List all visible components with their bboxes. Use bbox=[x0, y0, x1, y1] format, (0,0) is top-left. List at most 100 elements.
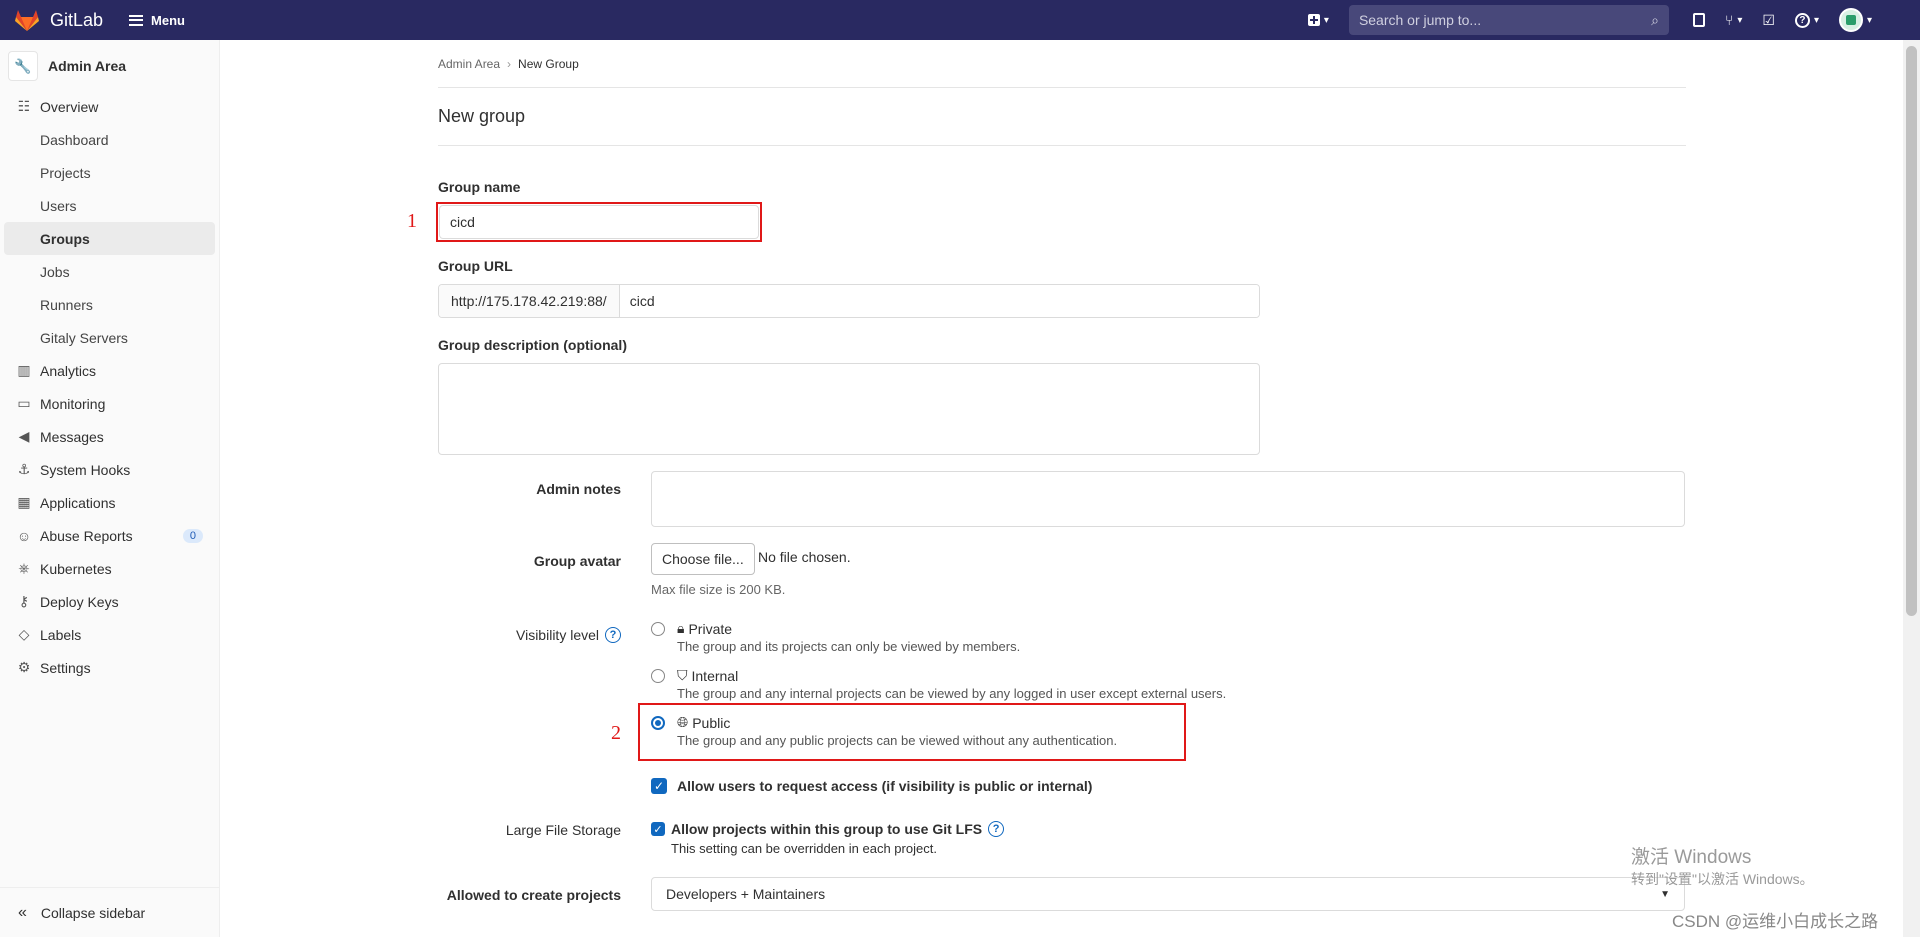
visibility-option-internal[interactable]: ⛉ Internal The group and any internal pro… bbox=[651, 667, 1226, 701]
sidebar-item-users[interactable]: Users bbox=[0, 189, 219, 222]
menu-label: Menu bbox=[151, 12, 185, 28]
sidebar-item-dashboard[interactable]: Dashboard bbox=[0, 123, 219, 156]
help-button[interactable]: ? ▾ bbox=[1794, 12, 1819, 28]
gear-icon: ⚙ bbox=[17, 659, 31, 675]
sidebar-item-runners[interactable]: Runners bbox=[0, 288, 219, 321]
admin-notes-label: Admin notes bbox=[536, 481, 621, 497]
max-file-size-text: Max file size is 200 KB. bbox=[651, 582, 786, 597]
visibility-option-desc: The group and its projects can only be v… bbox=[677, 639, 1021, 654]
collapse-sidebar-button[interactable]: « Collapse sidebar bbox=[0, 887, 219, 937]
lfs-checkbox[interactable]: ✓ bbox=[651, 822, 665, 836]
user-menu-button[interactable]: ▾ bbox=[1838, 8, 1872, 32]
sidebar-item-label: Gitaly Servers bbox=[40, 329, 128, 346]
sidebar-item-applications[interactable]: ▦ Applications bbox=[0, 486, 219, 519]
breadcrumb-parent[interactable]: Admin Area bbox=[438, 57, 500, 71]
sidebar-item-label: Kubernetes bbox=[40, 560, 112, 577]
windows-activation-sub: 转到"设置"以激活 Windows。 bbox=[1631, 871, 1814, 887]
help-icon[interactable]: ? bbox=[988, 821, 1005, 837]
windows-activation-title: 激活 Windows bbox=[1631, 847, 1752, 868]
sidebar-item-label: Messages bbox=[40, 428, 104, 445]
search-input[interactable] bbox=[1358, 12, 1652, 28]
admin-notes-textarea[interactable] bbox=[651, 471, 1685, 527]
sidebar-item-analytics[interactable]: ▥ Analytics bbox=[0, 354, 219, 387]
sidebar-item-projects[interactable]: Projects bbox=[0, 156, 219, 189]
visibility-option-title: Private bbox=[688, 620, 733, 637]
merge-request-icon: ⑂ bbox=[1724, 12, 1734, 28]
lock-icon: 🔒︎ bbox=[677, 620, 685, 636]
gitlab-logo[interactable]: GitLab bbox=[14, 8, 103, 32]
sidebar-item-abuse-reports[interactable]: ☺ Abuse Reports 0 bbox=[0, 519, 219, 552]
breadcrumb: Admin Area › New Group bbox=[438, 40, 1686, 88]
lfs-label: Large File Storage bbox=[505, 822, 621, 838]
sidebar-item-label: System Hooks bbox=[40, 461, 131, 478]
count-badge: 0 bbox=[182, 528, 203, 543]
sidebar-item-label: Runners bbox=[40, 296, 93, 313]
search-box[interactable]: ⌕ bbox=[1348, 5, 1669, 35]
breadcrumb-current[interactable]: New Group bbox=[518, 57, 579, 71]
todos-button[interactable]: ☑ bbox=[1762, 12, 1775, 29]
avatar bbox=[1838, 8, 1863, 32]
request-access-checkbox[interactable]: ✓ bbox=[651, 778, 667, 794]
sidebar-item-monitoring[interactable]: ▭ Monitoring bbox=[0, 387, 219, 420]
merge-requests-button[interactable]: ⑂ ▾ bbox=[1725, 12, 1742, 28]
sidebar-item-label: Monitoring bbox=[40, 395, 106, 412]
scrollbar-thumb[interactable] bbox=[1906, 46, 1917, 616]
sidebar-item-label: Overview bbox=[40, 98, 99, 115]
search-icon: ⌕ bbox=[1651, 11, 1659, 28]
sidebar-item-system-hooks[interactable]: ⚓ System Hooks bbox=[0, 453, 219, 486]
hamburger-icon bbox=[129, 14, 144, 26]
sidebar-item-label: Labels bbox=[40, 626, 82, 643]
visibility-label: Visibility level bbox=[516, 627, 599, 643]
sidebar-title: Admin Area bbox=[48, 58, 127, 74]
allowed-create-value: Developers + Maintainers bbox=[666, 886, 826, 902]
chart-icon: ▥ bbox=[17, 362, 31, 378]
radio-private[interactable] bbox=[651, 622, 665, 636]
scrollbar[interactable] bbox=[1903, 40, 1920, 937]
sidebar-item-label: Groups bbox=[40, 230, 90, 247]
sidebar-item-settings[interactable]: ⚙ Settings bbox=[0, 651, 219, 684]
radio-internal[interactable] bbox=[651, 669, 665, 683]
sidebar-header[interactable]: 🔧 Admin Area bbox=[0, 44, 219, 88]
double-chevron-left-icon: « bbox=[18, 903, 27, 921]
sidebar-item-label: Dashboard bbox=[40, 131, 109, 148]
issues-button[interactable] bbox=[1692, 13, 1705, 27]
collapse-label: Collapse sidebar bbox=[40, 904, 146, 921]
sidebar-item-label: Settings bbox=[40, 659, 91, 676]
question-icon: ? bbox=[1794, 12, 1810, 28]
request-access-row[interactable]: ✓ Allow users to request access (if visi… bbox=[651, 778, 1092, 794]
sidebar-item-kubernetes[interactable]: ⎈ Kubernetes bbox=[0, 552, 219, 585]
menu-button[interactable]: Menu bbox=[129, 13, 185, 28]
allowed-create-label: Allowed to create projects bbox=[446, 887, 621, 903]
annotation-number-2: 2 bbox=[611, 722, 621, 744]
shield-icon: ⛉ bbox=[677, 667, 688, 683]
help-icon[interactable]: ? bbox=[605, 627, 621, 643]
description-label: Group description (optional) bbox=[438, 337, 627, 353]
sidebar-item-deploy-keys[interactable]: ⚷ Deploy Keys bbox=[0, 585, 219, 618]
brand-name: GitLab bbox=[50, 9, 104, 30]
annotation-number-1: 1 bbox=[407, 210, 417, 232]
visibility-option-private[interactable]: 🔒︎ Private The group and its projects can… bbox=[651, 620, 1020, 654]
bullhorn-icon: ◀ bbox=[18, 428, 30, 444]
sidebar-item-groups[interactable]: Groups bbox=[4, 222, 215, 255]
no-file-text: No file chosen. bbox=[758, 549, 851, 565]
page-title: New group bbox=[438, 88, 1686, 146]
allowed-create-select[interactable]: Developers + Maintainers ▼ bbox=[651, 877, 1685, 911]
sidebar-item-labels[interactable]: ◇ Labels bbox=[0, 618, 219, 651]
sidebar-item-jobs[interactable]: Jobs bbox=[0, 255, 219, 288]
sidebar-item-gitaly-servers[interactable]: Gitaly Servers bbox=[0, 321, 219, 354]
group-name-label: Group name bbox=[438, 179, 521, 195]
chevron-down-icon: ▾ bbox=[1813, 14, 1819, 26]
sidebar-item-label: Deploy Keys bbox=[40, 593, 119, 610]
group-url-input[interactable] bbox=[619, 285, 1259, 317]
todo-icon: ☑ bbox=[1762, 11, 1775, 28]
sidebar-item-messages[interactable]: ◀ Messages bbox=[0, 420, 219, 453]
chevron-down-icon: ▾ bbox=[1323, 14, 1329, 26]
new-dropdown-button[interactable]: ▾ bbox=[1307, 14, 1329, 26]
visibility-label-row: Visibility level ? bbox=[440, 627, 621, 643]
choose-file-button[interactable]: Choose file... bbox=[651, 543, 755, 575]
sidebar-item-overview[interactable]: ☷ Overview bbox=[0, 90, 219, 123]
wrench-icon: 🔧 bbox=[8, 51, 38, 81]
group-description-textarea[interactable] bbox=[438, 363, 1260, 455]
grid-icon: ▦ bbox=[17, 494, 31, 510]
monitor-icon: ▭ bbox=[17, 395, 31, 411]
